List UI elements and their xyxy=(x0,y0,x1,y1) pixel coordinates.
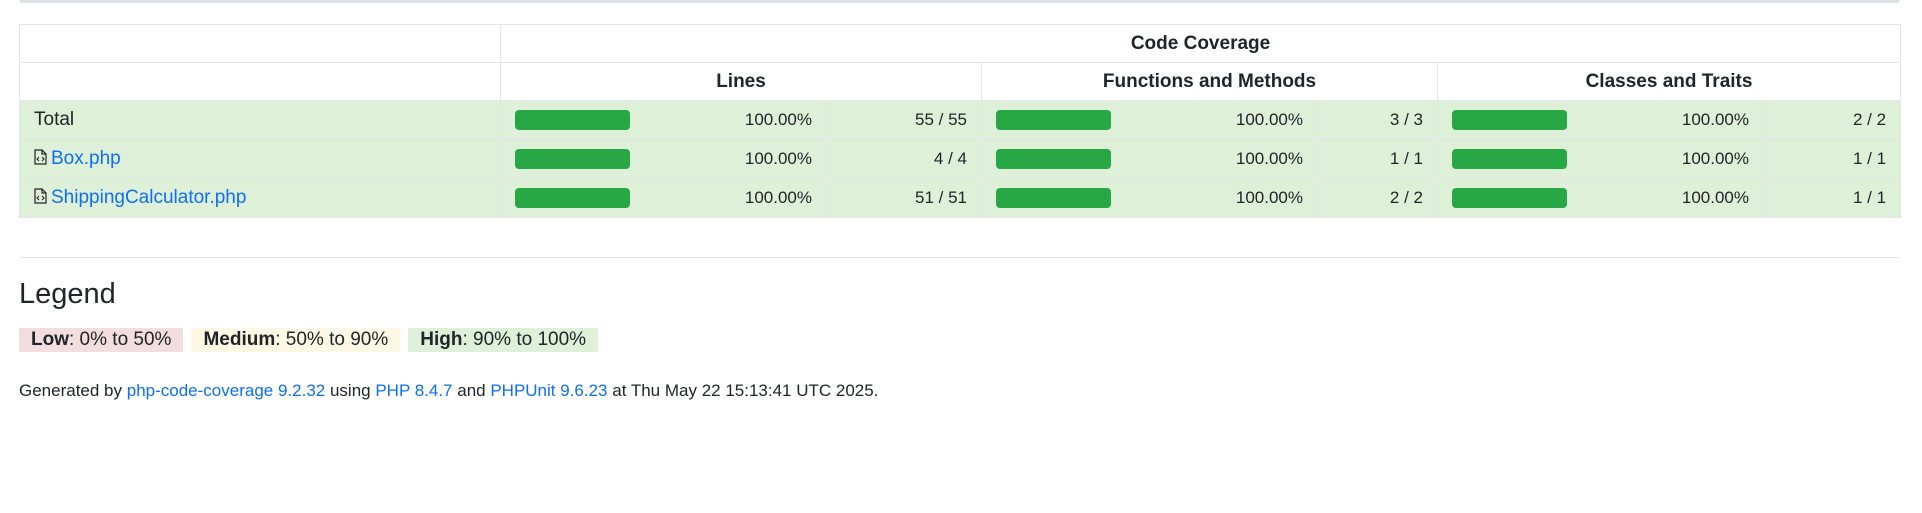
lines-progress-fill xyxy=(515,110,630,130)
php-code-coverage-link[interactable]: php-code-coverage 9.2.32 xyxy=(127,381,325,400)
table-row: ShippingCalculator.php 100.00% 51 / 51 100.… xyxy=(19,178,1902,218)
legend-title: Legend xyxy=(19,278,116,310)
functions-bar-cell xyxy=(981,139,1118,179)
lines-progress-bar xyxy=(515,110,630,130)
lines-progress-fill xyxy=(515,149,630,169)
file-code-icon xyxy=(34,149,47,165)
classes-count: 1 / 1 xyxy=(1762,178,1902,218)
legend-medium: Medium: 50% to 90% xyxy=(191,328,401,352)
classes-percent: 100.00% xyxy=(1573,100,1764,140)
legend-high-label: High xyxy=(420,329,463,350)
header-empty-cell-2 xyxy=(19,62,501,101)
total-label: Total xyxy=(34,109,75,130)
classes-progress-bar xyxy=(1452,188,1567,208)
code-coverage-header: Code Coverage xyxy=(499,24,1902,63)
functions-bar-cell xyxy=(981,178,1118,218)
file-link[interactable]: Box.php xyxy=(51,148,121,169)
functions-bar-cell xyxy=(981,100,1118,140)
file-code-icon xyxy=(34,188,47,204)
classes-progress-fill xyxy=(1452,149,1567,169)
lines-progress-fill xyxy=(515,188,630,208)
table-row: Box.php 100.00% 4 / 4 100.00% 1 / 1 100.00% 1 … xyxy=(19,139,1902,179)
functions-progress-fill xyxy=(996,110,1111,130)
lines-progress-bar xyxy=(515,188,630,208)
legend-medium-range: : 50% to 90% xyxy=(275,329,389,350)
footer-using: using xyxy=(325,381,376,400)
row-name-cell: Total xyxy=(19,100,501,140)
footer-generated-by: Generated by xyxy=(19,381,127,400)
legend: Low: 0% to 50% Medium: 50% to 90% High: … xyxy=(19,328,599,352)
lines-bar-cell xyxy=(500,139,637,179)
row-name-cell: Box.php xyxy=(19,139,501,179)
functions-count: 1 / 1 xyxy=(1317,139,1438,179)
classes-count: 2 / 2 xyxy=(1762,100,1902,140)
classes-bar-cell xyxy=(1437,178,1574,218)
lines-bar-cell xyxy=(500,178,637,218)
lines-percent: 100.00% xyxy=(636,178,827,218)
top-border xyxy=(19,0,1900,3)
classes-percent: 100.00% xyxy=(1573,139,1764,179)
functions-count: 3 / 3 xyxy=(1317,100,1438,140)
table-row: Total 100.00% 55 / 55 100.00% 3 / 3 100.00% 2 … xyxy=(19,100,1902,140)
classes-bar-cell xyxy=(1437,100,1574,140)
functions-count: 2 / 2 xyxy=(1317,178,1438,218)
divider xyxy=(19,257,1900,258)
footer: Generated by php-code-coverage 9.2.32 us… xyxy=(19,381,878,401)
functions-percent: 100.00% xyxy=(1117,178,1318,218)
classes-progress-fill xyxy=(1452,188,1567,208)
lines-progress-bar xyxy=(515,149,630,169)
legend-high-range: : 90% to 100% xyxy=(462,329,587,350)
classes-count: 1 / 1 xyxy=(1762,139,1902,179)
lines-count: 55 / 55 xyxy=(826,100,982,140)
footer-and: and xyxy=(452,381,491,400)
classes-progress-fill xyxy=(1452,110,1567,130)
functions-progress-fill xyxy=(996,188,1111,208)
header-empty-cell xyxy=(19,24,501,63)
classes-percent: 100.00% xyxy=(1573,178,1764,218)
lines-percent: 100.00% xyxy=(636,100,827,140)
classes-progress-bar xyxy=(1452,110,1567,130)
lines-bar-cell xyxy=(500,100,637,140)
lines-count: 51 / 51 xyxy=(826,178,982,218)
functions-header: Functions and Methods xyxy=(981,62,1438,101)
functions-progress-bar xyxy=(996,149,1111,169)
php-version-link[interactable]: PHP 8.4.7 xyxy=(375,381,452,400)
functions-progress-bar xyxy=(996,188,1111,208)
legend-low-range: : 0% to 50% xyxy=(69,329,172,350)
lines-count: 4 / 4 xyxy=(826,139,982,179)
classes-bar-cell xyxy=(1437,139,1574,179)
legend-medium-label: Medium xyxy=(203,329,276,350)
phpunit-link[interactable]: PHPUnit 9.6.23 xyxy=(490,381,607,400)
classes-progress-bar xyxy=(1452,149,1567,169)
lines-header: Lines xyxy=(500,62,982,101)
functions-progress-bar xyxy=(996,110,1111,130)
functions-progress-fill xyxy=(996,149,1111,169)
functions-percent: 100.00% xyxy=(1117,100,1318,140)
lines-percent: 100.00% xyxy=(636,139,827,179)
legend-low: Low: 0% to 50% xyxy=(19,328,184,352)
classes-header: Classes and Traits xyxy=(1436,62,1902,101)
footer-timestamp: at Thu May 22 15:13:41 UTC 2025. xyxy=(607,381,879,400)
legend-high: High: 90% to 100% xyxy=(408,328,599,352)
row-name-cell: ShippingCalculator.php xyxy=(19,178,501,218)
functions-percent: 100.00% xyxy=(1117,139,1318,179)
legend-low-label: Low xyxy=(31,329,69,350)
file-link[interactable]: ShippingCalculator.php xyxy=(51,187,246,208)
coverage-table: Code Coverage Lines Functions and Method… xyxy=(19,24,1902,218)
